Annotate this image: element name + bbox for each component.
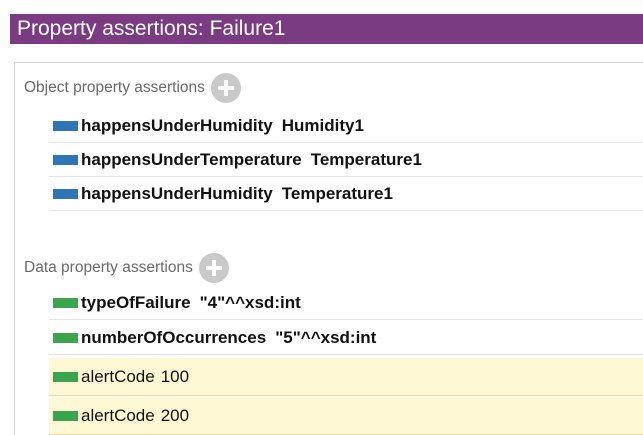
- object-assertion-value: Temperature1: [281, 183, 393, 203]
- data-property-icon: [53, 371, 78, 382]
- view-title: Property assertions: Failure1: [10, 14, 643, 44]
- object-assertion-property: happensUnderTemperature: [81, 149, 302, 169]
- data-assertion-property: numberOfOccurrences: [81, 327, 267, 347]
- data-property-assertions-header: Data property assertions: [24, 251, 229, 285]
- data-assertion-value: 200: [160, 405, 190, 425]
- data-assertion-value: 100: [160, 366, 190, 386]
- data-assertion-row[interactable]: alertCode 100: [49, 358, 643, 396]
- data-assertion-property: alertCode: [81, 366, 155, 386]
- object-assertion-property: happensUnderHumidity: [81, 115, 273, 135]
- assertions-panel: Object property assertions happensUnderH…: [14, 62, 643, 435]
- data-property-icon: [53, 410, 78, 421]
- object-property-icon: [53, 154, 78, 165]
- add-data-property-assertion-button[interactable]: [198, 253, 229, 283]
- object-assertion-property: happensUnderHumidity: [81, 183, 273, 203]
- object-assertion-row[interactable]: happensUnderTemperature Temperature1: [49, 143, 643, 177]
- object-property-icon: [53, 120, 78, 131]
- property-assertions-view: Property assertions: Failure1 Object pro…: [0, 0, 643, 435]
- data-assertion-property: alertCode: [81, 405, 155, 425]
- object-assertion-value: Temperature1: [310, 149, 422, 169]
- add-object-property-assertion-button[interactable]: [210, 73, 241, 103]
- data-assertion-value: "4"^^xsd:int: [199, 292, 301, 312]
- data-property-icon: [53, 297, 78, 308]
- object-property-assertions-header: Object property assertions: [24, 71, 241, 105]
- object-assertion-value: Humidity1: [281, 115, 364, 135]
- data-property-icon: [53, 332, 78, 343]
- data-assertion-row[interactable]: numberOfOccurrences "5"^^xsd:int: [49, 321, 643, 355]
- data-assertion-row[interactable]: typeOfFailure "4"^^xsd:int: [49, 286, 643, 320]
- data-assertion-property: typeOfFailure: [81, 292, 191, 312]
- data-assertion-row[interactable]: alertCode 200: [49, 397, 643, 435]
- data-assertion-value: "5"^^xsd:int: [275, 327, 377, 347]
- object-property-assertions-label: Object property assertions: [24, 79, 205, 96]
- object-assertion-row[interactable]: happensUnderHumidity Humidity1: [49, 109, 643, 143]
- object-assertion-row[interactable]: happensUnderHumidity Temperature1: [49, 177, 643, 211]
- data-property-assertions-label: Data property assertions: [24, 259, 193, 276]
- object-property-icon: [53, 188, 78, 199]
